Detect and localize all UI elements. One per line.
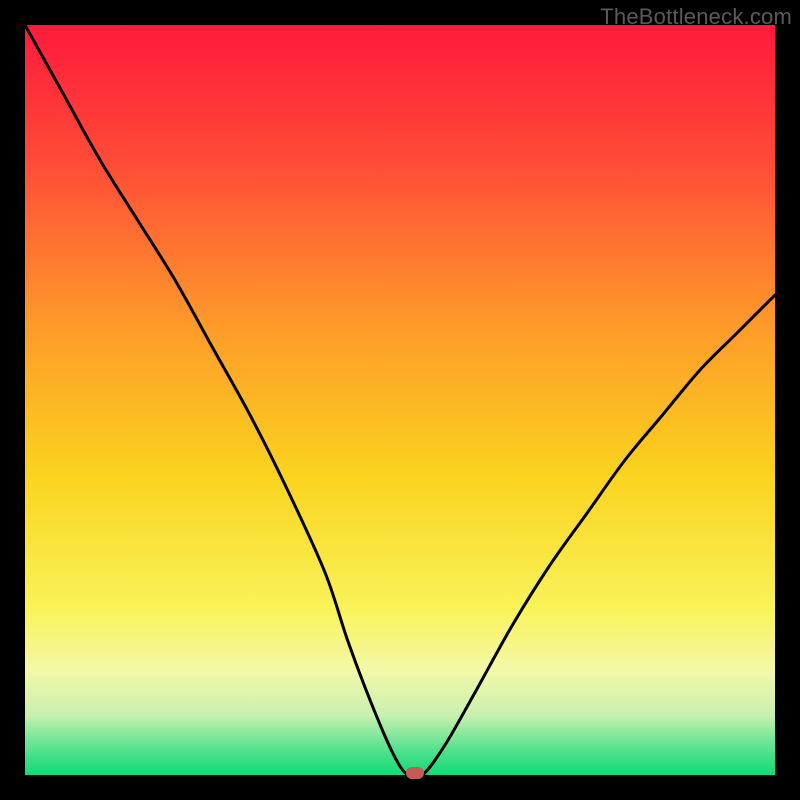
chart-frame: TheBottleneck.com <box>0 0 800 800</box>
selected-point-marker <box>406 767 424 779</box>
chart-svg <box>25 25 775 775</box>
gradient-background <box>25 25 775 775</box>
plot-area <box>25 25 775 775</box>
